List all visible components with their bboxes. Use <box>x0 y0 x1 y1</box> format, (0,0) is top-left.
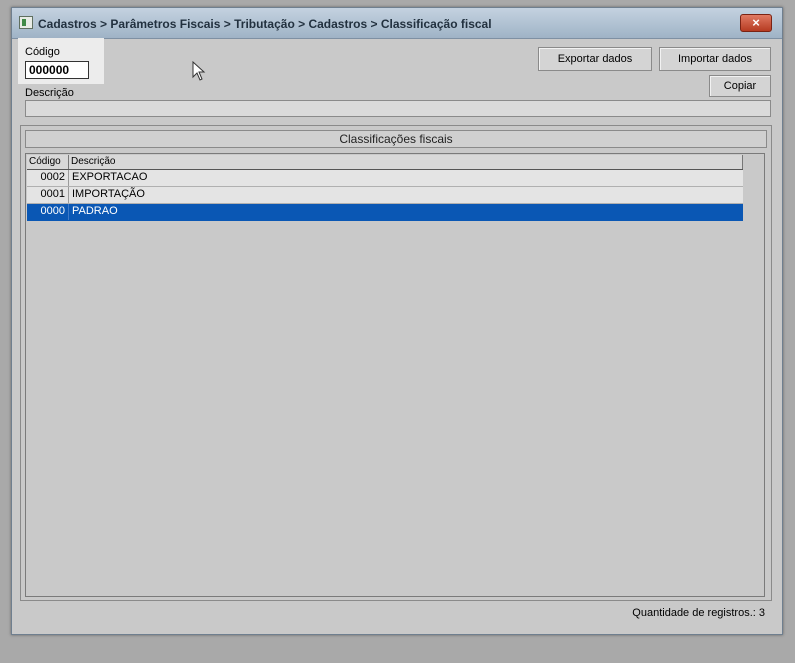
importar-dados-button[interactable]: Importar dados <box>659 47 771 71</box>
window-title: Cadastros > Parâmetros Fiscais > Tributa… <box>38 17 492 31</box>
classificacoes-grid[interactable]: Código Descrição 0002 EXPORTACAO 0001 IM… <box>25 153 765 597</box>
descricao-input[interactable] <box>25 100 771 117</box>
descricao-label: Descrição <box>25 87 74 99</box>
classificacao-fiscal-window: Cadastros > Parâmetros Fiscais > Tributa… <box>11 7 783 635</box>
column-header-codigo[interactable]: Código <box>27 155 69 169</box>
title-bar[interactable]: Cadastros > Parâmetros Fiscais > Tributa… <box>12 8 782 39</box>
table-row[interactable]: 0002 EXPORTACAO <box>27 170 743 187</box>
table-row[interactable]: 0001 IMPORTAÇÃO <box>27 187 743 204</box>
cell-codigo: 0000 <box>27 204 69 220</box>
grid-body: 0002 EXPORTACAO 0001 IMPORTAÇÃO 0000 PAD… <box>27 170 743 221</box>
table-row-selected[interactable]: 0000 PADRAO <box>27 204 743 221</box>
exportar-dados-button[interactable]: Exportar dados <box>538 47 652 71</box>
cell-codigo: 0001 <box>27 187 69 203</box>
mouse-pointer-icon <box>192 61 206 81</box>
cell-descricao: PADRAO <box>72 205 118 217</box>
codigo-input[interactable]: 000000 <box>25 61 89 79</box>
grid-title: Classificações fiscais <box>25 130 767 148</box>
classificacoes-group: Classificações fiscais Código Descrição … <box>20 125 772 601</box>
cell-codigo: 0002 <box>27 170 69 186</box>
cell-descricao: EXPORTACAO <box>72 171 148 183</box>
close-button[interactable]: × <box>740 14 772 32</box>
close-icon: × <box>752 15 760 30</box>
codigo-label: Código <box>25 46 60 58</box>
cell-descricao: IMPORTAÇÃO <box>72 188 145 200</box>
copiar-button[interactable]: Copiar <box>709 75 771 97</box>
column-header-descricao[interactable]: Descrição <box>69 155 743 169</box>
grid-header: Código Descrição <box>27 155 743 170</box>
app-icon <box>19 16 33 29</box>
record-count: Quantidade de registros.: 3 <box>632 607 765 619</box>
codigo-panel: Código 000000 <box>18 38 104 84</box>
